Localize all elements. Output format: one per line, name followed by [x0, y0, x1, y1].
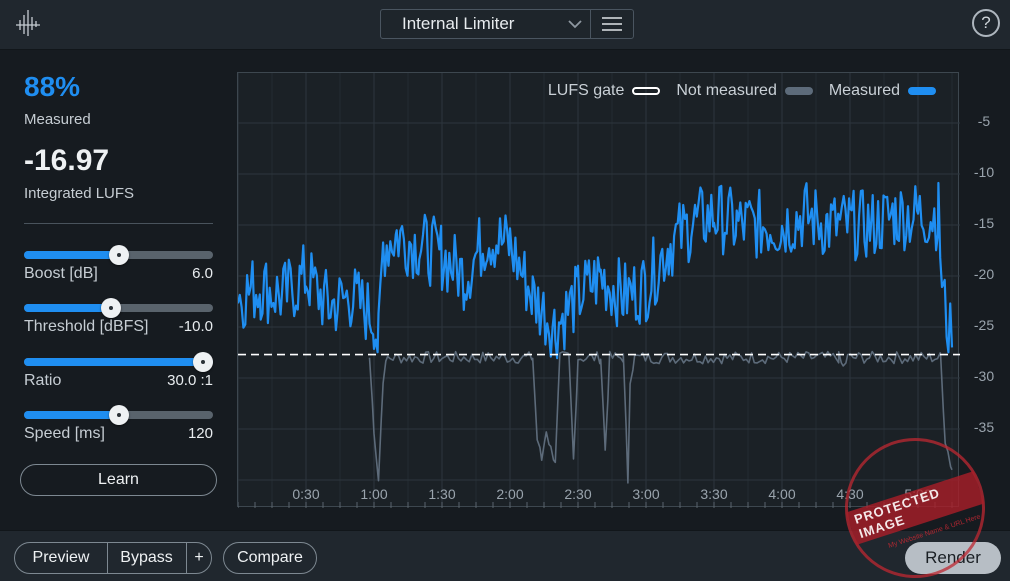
gate-swatch	[632, 87, 661, 95]
y-axis: -5 -10 -15 -20 -25 -30 -35	[960, 72, 1010, 507]
x-tick-label: 2:30	[564, 486, 591, 502]
x-tick-label: 1:00	[360, 486, 387, 502]
slider-handle[interactable]	[193, 352, 213, 372]
boost-label: Boost [dB]	[24, 265, 98, 282]
preset-menu-button[interactable]	[591, 10, 633, 38]
slider-handle[interactable]	[108, 245, 129, 265]
top-bar: Internal Limiter ?	[0, 0, 1010, 50]
legend-gate-label: LUFS gate	[547, 82, 625, 99]
plus-icon: +	[194, 549, 204, 566]
legend-not-measured: Not measured	[676, 82, 813, 100]
waveform-logo-icon	[16, 10, 40, 36]
slider-fill	[24, 251, 119, 259]
preview-button[interactable]: Preview	[14, 542, 108, 574]
measured-label: Measured	[24, 111, 91, 128]
speed-label: Speed [ms]	[24, 425, 105, 442]
slider-handle[interactable]	[100, 298, 121, 318]
ratio-value: 30.0 :1	[167, 372, 213, 389]
not-measured-swatch	[784, 87, 813, 95]
legend-gate: LUFS gate	[547, 82, 661, 100]
slider-fill	[24, 358, 213, 366]
chevron-down-icon	[568, 20, 582, 29]
y-tick-label: -15	[973, 215, 995, 231]
ratio-slider[interactable]: Ratio 30.0 :1	[24, 352, 213, 410]
series-measured-line	[238, 181, 954, 360]
speed-value: 120	[187, 425, 213, 442]
slider-fill	[24, 304, 111, 312]
ratio-label: Ratio	[24, 372, 62, 389]
integrated-lufs-value: -16.97	[24, 144, 110, 177]
integrated-lufs-label: Integrated LUFS	[24, 185, 135, 202]
compare-button[interactable]: Compare	[223, 542, 317, 574]
preset-selector[interactable]: Internal Limiter	[380, 9, 634, 39]
speed-slider[interactable]: Speed [ms] 120	[24, 405, 213, 463]
x-tick-label: 1:30	[428, 486, 455, 502]
chart-legend: LUFS gate Not measured Measured	[532, 82, 936, 100]
slider-track[interactable]	[24, 358, 213, 366]
help-button[interactable]: ?	[972, 9, 1000, 37]
x-tick-label: 2:00	[496, 486, 523, 502]
threshold-slider[interactable]: Threshold [dBFS] -10.0	[24, 298, 213, 356]
threshold-label: Threshold [dBFS]	[24, 318, 149, 335]
bypass-label: Bypass	[120, 549, 173, 566]
preset-dropdown[interactable]: Internal Limiter	[381, 10, 591, 38]
y-tick-label: -35	[973, 419, 995, 435]
x-tick-label: 3:30	[700, 486, 727, 502]
legend-not-measured-label: Not measured	[676, 82, 777, 99]
legend-measured-label: Measured	[828, 82, 900, 99]
measured-percent: 88%	[24, 71, 81, 102]
threshold-value: -10.0	[178, 318, 213, 335]
y-tick-label: -20	[973, 266, 995, 282]
y-tick-label: -10	[973, 164, 995, 180]
boost-value: 6.0	[192, 265, 213, 282]
x-tick-label: 3:00	[632, 486, 659, 502]
slider-handle[interactable]	[108, 405, 129, 425]
slider-fill	[24, 411, 119, 419]
control-panel: 88% Measured -16.97 Integrated LUFS Boos…	[0, 51, 228, 529]
preview-label: Preview	[32, 549, 90, 566]
loudness-chart: 0:301:001:302:002:303:003:304:004:305:00	[238, 73, 960, 508]
divider	[24, 223, 213, 224]
learn-label: Learn	[98, 471, 139, 488]
loudness-graph[interactable]: 0:301:001:302:002:303:003:304:004:305:00…	[237, 72, 960, 508]
y-tick-label: -25	[973, 317, 995, 333]
bypass-button[interactable]: Bypass	[107, 542, 187, 574]
hamburger-menu-icon	[602, 17, 622, 31]
y-tick-label: -5	[977, 113, 991, 129]
y-tick-label: -30	[973, 368, 995, 384]
compare-label: Compare	[237, 549, 303, 566]
learn-button[interactable]: Learn	[20, 464, 217, 496]
x-tick-label: 0:30	[292, 486, 319, 502]
measured-swatch	[908, 87, 936, 95]
boost-slider[interactable]: Boost [dB] 6.0	[24, 245, 213, 303]
legend-measured: Measured	[829, 82, 936, 100]
help-icon: ?	[981, 13, 991, 32]
add-button[interactable]: +	[186, 542, 212, 574]
preset-name-label: Internal Limiter	[402, 14, 515, 33]
x-tick-label: 4:00	[768, 486, 795, 502]
